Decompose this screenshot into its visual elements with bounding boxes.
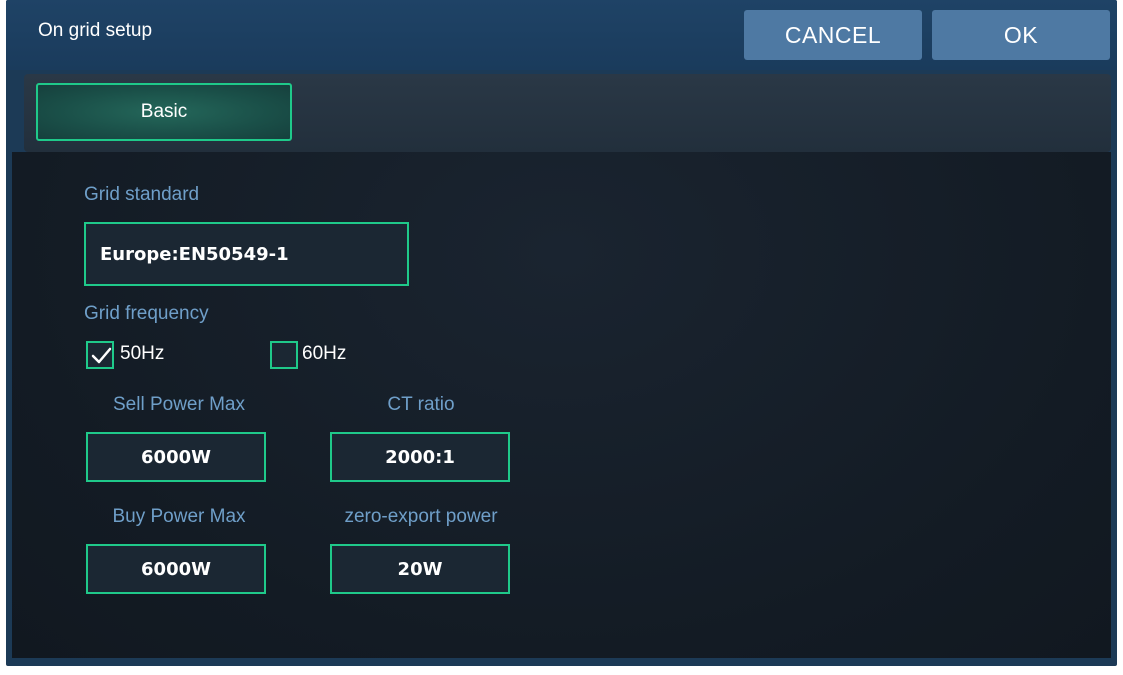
zero-export-power-field[interactable]: 20W: [330, 544, 510, 594]
tab-basic[interactable]: Basic: [36, 83, 292, 141]
ct-ratio-label: CT ratio: [387, 394, 455, 415]
checkbox-50hz[interactable]: [86, 341, 114, 369]
buy-power-max-label: Buy Power Max: [112, 506, 246, 527]
tab-bar: Basic: [24, 74, 1111, 152]
cancel-button[interactable]: CANCEL: [744, 10, 922, 60]
grid-standard-field[interactable]: Europe:EN50549-1: [84, 222, 409, 286]
sell-power-max-label: Sell Power Max: [113, 394, 245, 415]
option-60hz-label: 60Hz: [302, 343, 347, 364]
checkbox-60hz[interactable]: [270, 341, 298, 369]
page-title: On grid setup: [38, 20, 153, 41]
sell-power-max-field[interactable]: 6000W: [86, 432, 266, 482]
option-50hz-label: 50Hz: [120, 343, 165, 364]
on-grid-setup-window: On grid setup CANCEL OK Basic Grid stand…: [6, 0, 1117, 666]
buy-power-max-field[interactable]: 6000W: [86, 544, 266, 594]
ok-button[interactable]: OK: [932, 10, 1110, 60]
grid-standard-label: Grid standard: [84, 184, 200, 205]
zero-export-power-label: zero-export power: [344, 506, 498, 527]
grid-frequency-label: Grid frequency: [84, 303, 209, 324]
checkmark-icon: [91, 347, 112, 364]
title-bar: On grid setup CANCEL OK: [6, 0, 1117, 70]
ct-ratio-field[interactable]: 2000:1: [330, 432, 510, 482]
settings-panel: Grid standard Europe:EN50549-1 Grid freq…: [12, 152, 1111, 658]
